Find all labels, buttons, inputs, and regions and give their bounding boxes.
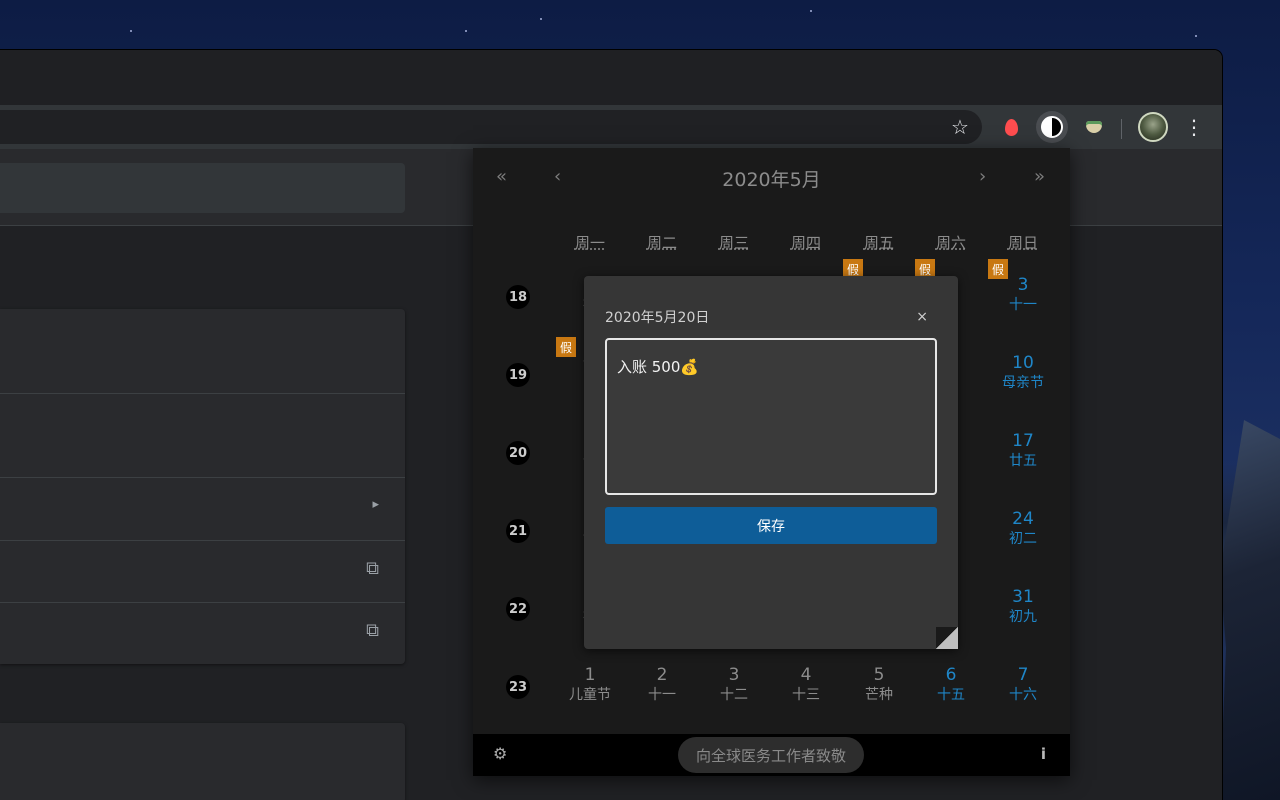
day-cell[interactable]: 4 十三 xyxy=(770,665,842,705)
day-number: 2 xyxy=(656,665,668,685)
day-cell[interactable]: 2 十一 xyxy=(626,665,698,705)
extension-red-icon[interactable] xyxy=(995,111,1027,143)
day-number: 4 xyxy=(800,665,812,685)
note-dialog: 2020年5月20日 × 入账 500💰 保存 xyxy=(584,276,958,649)
weekday-label: 周五 xyxy=(863,234,894,252)
next-month-button[interactable]: › xyxy=(979,166,986,187)
star-dot xyxy=(465,30,467,32)
day-number: 6 xyxy=(945,665,957,685)
day-number: 10 xyxy=(1012,353,1034,373)
day-cell[interactable]: 3 十二 xyxy=(698,665,770,705)
profile-avatar[interactable] xyxy=(1137,111,1169,143)
week-number: 19 xyxy=(506,363,530,387)
settings-row[interactable] xyxy=(0,309,405,394)
note-date: 2020年5月20日 xyxy=(605,310,710,326)
open-external-icon: ⧉ xyxy=(366,558,379,579)
settings-row[interactable]: ▸ xyxy=(0,477,405,541)
lunar-date: 初二 xyxy=(1009,531,1037,547)
lunar-date: 十二 xyxy=(720,687,748,703)
star-dot xyxy=(1195,35,1197,37)
day-number: 7 xyxy=(1017,665,1029,685)
week-number: 20 xyxy=(506,441,530,465)
lunar-date: 芒种 xyxy=(865,687,893,703)
toolbar-divider xyxy=(1121,119,1122,139)
day-number: 5 xyxy=(873,665,885,685)
open-external-icon: ⧉ xyxy=(366,620,379,641)
lunar-date: 儿童节 xyxy=(569,687,611,703)
calendar-footer: ⚙ 向全球医务工作者致敬 i xyxy=(473,734,1070,776)
settings-row[interactable] xyxy=(0,393,405,478)
day-number: 17 xyxy=(1012,431,1034,451)
weekday-label: 周二 xyxy=(646,234,677,252)
week-number: 18 xyxy=(506,285,530,309)
calendar-header: « ‹ 2020年5月 › » xyxy=(473,148,1070,208)
settings-card: ▸ ⧉ ⧉ xyxy=(0,309,405,664)
weekday-label: 周日 xyxy=(1007,234,1038,252)
day-number: 1 xyxy=(584,665,596,685)
day-number: 3 xyxy=(728,665,740,685)
page-search-field[interactable] xyxy=(0,163,405,213)
day-number: 24 xyxy=(1012,509,1034,529)
extension-tea-icon[interactable] xyxy=(1078,111,1110,143)
holiday-badge: 假 xyxy=(988,259,1008,279)
chevron-right-icon: ▸ xyxy=(372,497,379,512)
star-dot xyxy=(540,18,542,20)
day-cell[interactable]: 17 廿五 xyxy=(987,431,1059,471)
address-bar[interactable] xyxy=(0,110,982,144)
settings-row[interactable]: ⧉ xyxy=(0,540,405,603)
star-dot xyxy=(130,30,132,32)
note-textarea[interactable]: 入账 500💰 xyxy=(605,338,937,495)
lunar-date: 母亲节 xyxy=(1002,375,1044,391)
weekday-label: 周四 xyxy=(790,234,821,252)
note-corner-fold xyxy=(936,627,958,649)
day-cell[interactable]: 7 十六 xyxy=(987,665,1059,705)
info-icon[interactable]: i xyxy=(1041,745,1046,763)
dark-mode-extension-icon[interactable] xyxy=(1036,111,1068,143)
day-number: 31 xyxy=(1012,587,1034,607)
calendar-popup: « ‹ 2020年5月 › » 周一周二周三周四周五周六周日 182初十3十一1… xyxy=(473,148,1070,776)
day-cell[interactable]: 10 母亲节 xyxy=(987,353,1059,393)
day-cell[interactable]: 6 十五 xyxy=(915,665,987,705)
lunar-date: 十六 xyxy=(1009,687,1037,703)
day-cell[interactable]: 5 芒种 xyxy=(843,665,915,705)
browser-menu-icon[interactable]: ⋮ xyxy=(1178,111,1210,143)
week-number: 22 xyxy=(506,597,530,621)
save-button[interactable]: 保存 xyxy=(605,507,937,544)
day-cell[interactable]: 31 初九 xyxy=(987,587,1059,627)
next-year-button[interactable]: » xyxy=(1034,166,1045,187)
close-icon[interactable]: × xyxy=(916,309,928,325)
day-cell[interactable]: 1 儿童节 xyxy=(554,665,626,705)
tribute-message: 向全球医务工作者致敬 xyxy=(678,737,864,773)
weekday-label: 周一 xyxy=(574,234,605,252)
browser-toolbar: ☆ ⋮ xyxy=(0,105,1222,149)
bookmark-star-icon[interactable]: ☆ xyxy=(944,111,976,143)
lunar-date: 十三 xyxy=(792,687,820,703)
settings-card xyxy=(0,723,405,800)
weekday-label: 周六 xyxy=(935,234,966,252)
desktop-landscape xyxy=(1220,420,1280,800)
lunar-date: 十五 xyxy=(937,687,965,703)
lunar-date: 十一 xyxy=(1009,297,1037,313)
weekday-label: 周三 xyxy=(718,234,749,252)
holiday-badge: 假 xyxy=(556,337,576,357)
lunar-date: 十一 xyxy=(648,687,676,703)
day-cell[interactable]: 3 十一 xyxy=(987,275,1059,315)
gear-icon[interactable]: ⚙ xyxy=(493,744,507,763)
week-number: 21 xyxy=(506,519,530,543)
week-number: 23 xyxy=(506,675,530,699)
day-cell[interactable]: 24 初二 xyxy=(987,509,1059,549)
tab-strip xyxy=(0,50,1222,105)
lunar-date: 廿五 xyxy=(1009,453,1037,469)
settings-row[interactable]: ⧉ xyxy=(0,602,405,664)
star-dot xyxy=(810,10,812,12)
lunar-date: 初九 xyxy=(1009,609,1037,625)
